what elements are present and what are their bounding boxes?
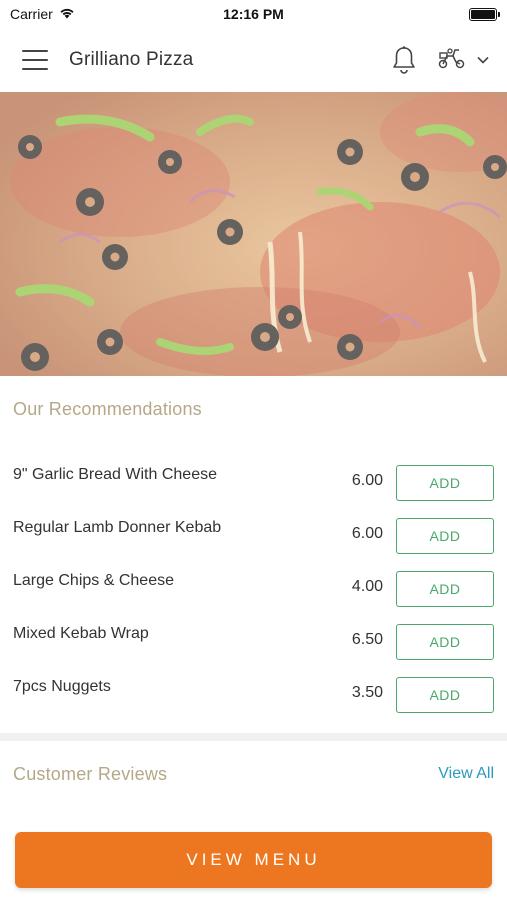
chevron-down-icon bbox=[477, 51, 489, 69]
item-name: Regular Lamb Donner Kebab bbox=[13, 519, 222, 536]
item-price: 6.00 bbox=[351, 525, 383, 542]
hero-image bbox=[0, 92, 507, 376]
delivery-selector[interactable] bbox=[437, 46, 489, 75]
bell-icon[interactable] bbox=[391, 45, 417, 75]
recommendations-title: Our Recommendations bbox=[13, 399, 202, 419]
add-button[interactable]: ADD bbox=[396, 571, 494, 607]
list-item: Regular Lamb Donner Kebab 6.00 ADD bbox=[0, 509, 507, 562]
list-item: Mixed Kebab Wrap 6.50 ADD bbox=[0, 615, 507, 668]
item-price: 6.50 bbox=[351, 631, 383, 648]
add-button[interactable]: ADD bbox=[396, 624, 494, 660]
status-bar: Carrier 12:16 PM bbox=[0, 0, 507, 28]
list-item: 9" Garlic Bread With Cheese 6.00 ADD bbox=[0, 456, 507, 509]
header-actions bbox=[391, 45, 489, 75]
recommendations-list: 9" Garlic Bread With Cheese 6.00 ADD Reg… bbox=[0, 456, 507, 721]
view-all-link[interactable]: View All bbox=[438, 765, 494, 783]
page-title: Grilliano Pizza bbox=[69, 49, 194, 70]
status-time: 12:16 PM bbox=[223, 6, 284, 22]
view-menu-button[interactable]: VIEW MENU bbox=[15, 832, 492, 888]
section-divider bbox=[0, 733, 507, 741]
item-price: 6.00 bbox=[351, 472, 383, 489]
wifi-icon bbox=[59, 6, 75, 22]
list-item: Large Chips & Cheese 4.00 ADD bbox=[0, 562, 507, 615]
item-name: 7pcs Nuggets bbox=[13, 678, 111, 695]
battery-icon bbox=[469, 7, 500, 21]
status-left: Carrier bbox=[10, 6, 75, 22]
add-button[interactable]: ADD bbox=[396, 518, 494, 554]
reviews-title: Customer Reviews bbox=[13, 764, 168, 784]
scooter-icon bbox=[437, 46, 467, 75]
app-header: Grilliano Pizza bbox=[0, 28, 507, 92]
list-item: 7pcs Nuggets 3.50 ADD bbox=[0, 668, 507, 721]
add-button[interactable]: ADD bbox=[396, 465, 494, 501]
add-button[interactable]: ADD bbox=[396, 677, 494, 713]
item-name: Large Chips & Cheese bbox=[13, 572, 174, 589]
item-name: 9" Garlic Bread With Cheese bbox=[13, 466, 217, 483]
item-name: Mixed Kebab Wrap bbox=[13, 625, 149, 642]
item-price: 3.50 bbox=[351, 684, 383, 701]
item-price: 4.00 bbox=[351, 578, 383, 595]
menu-icon[interactable] bbox=[22, 50, 48, 70]
carrier-label: Carrier bbox=[10, 6, 53, 22]
hero-overlay bbox=[0, 92, 507, 376]
